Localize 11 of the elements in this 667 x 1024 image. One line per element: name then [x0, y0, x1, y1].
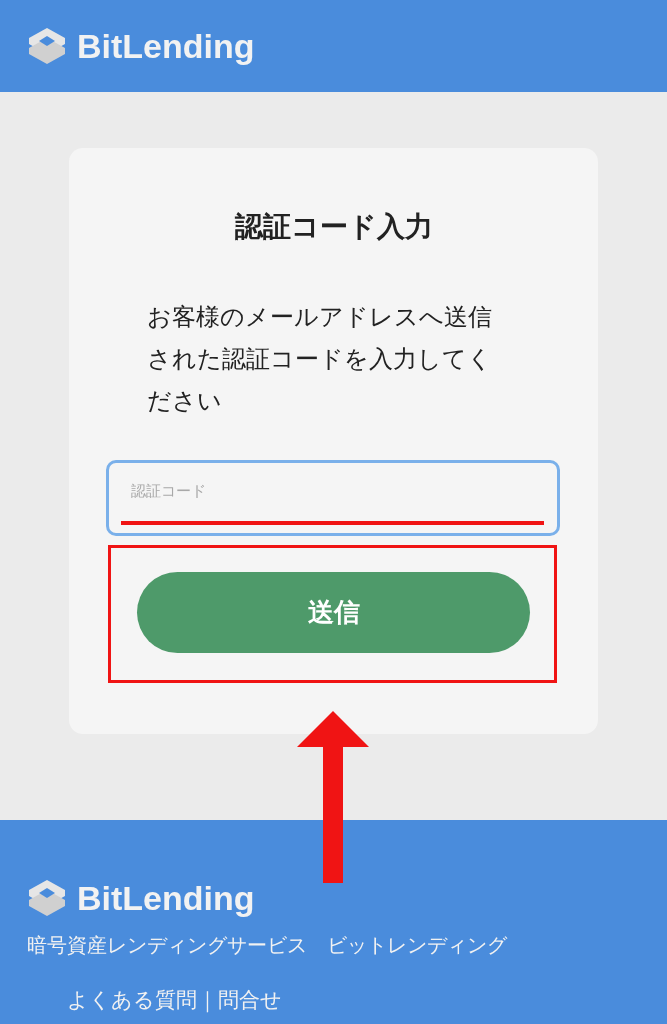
instruction-text: お客様のメールアドレスへ送信された認証コードを入力してください: [147, 302, 493, 417]
tagline-text: 暗号資産レンディングサービス ビットレンディング: [27, 932, 508, 959]
logo-icon: [27, 878, 67, 918]
logo-icon: [27, 26, 67, 66]
footer-links[interactable]: よくある質問｜問合せ: [67, 987, 667, 1013]
submit-button[interactable]: 送信: [137, 572, 530, 653]
code-input-field[interactable]: 認証コード: [106, 460, 560, 536]
logo-text[interactable]: BitLending: [77, 26, 255, 66]
card-title: 認証コード入力: [233, 209, 434, 245]
arrow-icon: [297, 711, 369, 883]
logo-text: BitLending: [77, 878, 255, 918]
